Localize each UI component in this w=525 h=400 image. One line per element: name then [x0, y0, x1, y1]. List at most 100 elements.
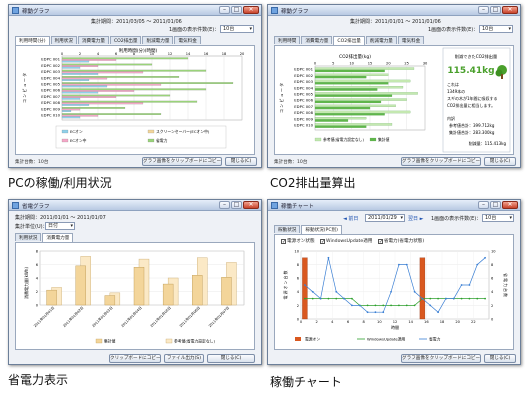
x-tick-label: 2011年01月03日	[91, 305, 114, 328]
check-power-on[interactable]: ✓電源オン状態	[281, 239, 315, 245]
count-select[interactable]: 10台	[479, 25, 513, 33]
y-axis-label: コ ン ピ ュ ー タ	[278, 83, 284, 113]
bar	[61, 102, 144, 105]
close-button[interactable]: 閉じる(C)	[207, 354, 255, 363]
tab-co2[interactable]: CO2排出量	[109, 36, 142, 44]
minimize-button[interactable]: –	[478, 6, 489, 14]
y2-tick-label: 10	[491, 249, 496, 253]
tab-saved-power[interactable]: 削減電力量	[142, 36, 174, 44]
prev-day-link[interactable]: ◄ 前日	[343, 215, 358, 222]
x-tick-label: 2011年01月06日	[178, 305, 201, 328]
bar	[314, 85, 404, 89]
tab-usage-time[interactable]: 利用時間	[274, 36, 301, 44]
close-window-button[interactable]: ✕	[243, 201, 259, 209]
close-button[interactable]: 閉じる(C)	[484, 354, 516, 363]
summary-heading: 削減できたCO2排出量	[455, 53, 497, 60]
close-window-button[interactable]: ✕	[502, 201, 518, 209]
maximize-button[interactable]: □	[490, 6, 501, 14]
close-button[interactable]: 閉じる(C)	[225, 157, 257, 166]
legend-swatch	[61, 129, 69, 134]
tab-status-by-pc[interactable]: 稼動状況(PC別)	[301, 225, 342, 234]
window-title: 省電グラフ	[22, 204, 50, 210]
title-bar[interactable]: 稼動グラフ – □ ✕	[9, 5, 261, 16]
line-power-saving-point	[429, 304, 432, 307]
tab-saved-power[interactable]: 削減電力量	[365, 36, 397, 44]
group-select[interactable]: 日付	[45, 222, 75, 230]
tab-usage-status[interactable]: 利用状況	[15, 233, 42, 241]
line-windows-update-point	[476, 297, 479, 300]
tab-power[interactable]: 消費電力量	[42, 233, 74, 242]
title-bar[interactable]: 稼働チャート – □ ✕	[268, 200, 520, 211]
tab-status[interactable]: 稼動状況	[274, 225, 301, 233]
close-window-button[interactable]: ✕	[502, 6, 518, 14]
bar	[61, 76, 180, 78]
y-tick-label: 8	[297, 263, 300, 267]
title-bar[interactable]: 省電グラフ – □ ✕	[9, 200, 261, 211]
next-day-link[interactable]: 翌日 ►	[408, 215, 423, 222]
y-tick-label: EDPC 006	[294, 98, 313, 103]
legend-label: スクリーンセーバー(ECオン中)	[156, 129, 210, 134]
minimize-button[interactable]: –	[219, 201, 230, 209]
close-window-button[interactable]: ✕	[243, 6, 259, 14]
y-tick-label: 4	[36, 276, 39, 280]
count-label: 1画面の表示件数(E)：	[428, 27, 479, 33]
bar	[61, 113, 162, 115]
detail-heading: 内訳	[447, 115, 455, 121]
co2-graph-window: 稼動グラフ – □ ✕ 集計期間：2011/01/01 ～ 2011/01/06…	[267, 4, 521, 168]
copy-clipboard-button[interactable]: クリップボードにコピー(C)	[109, 354, 161, 363]
y2-tick-label: 4	[491, 290, 494, 294]
app-icon	[12, 202, 19, 209]
x-tick-label: 20	[386, 62, 391, 66]
x-tick-label: 2011年01月02日	[61, 305, 84, 328]
chart-pane: 利用時間(分)(時間) 0 2 4 6 8 10 12 14 16 18 20 EDPC 001 EDP…	[15, 45, 255, 155]
summary-text-2: 1349本の	[447, 88, 465, 94]
copy-graph-button[interactable]: グラフ画像をクリップボードにコピー(C)	[401, 354, 481, 363]
minimize-button[interactable]: –	[219, 6, 230, 14]
bar	[314, 98, 407, 101]
count-select[interactable]: 10台	[220, 25, 254, 33]
x-tick-label: 0	[300, 320, 303, 324]
copy-graph-button[interactable]: グラフ画像をクリップボードにコピー(C)	[401, 157, 481, 166]
copy-graph-button[interactable]: グラフ画像をクリップボードにコピー(C)	[142, 157, 222, 166]
close-button[interactable]: 閉じる(C)	[484, 157, 516, 166]
co2-bar-chart: CO2排出量(kg) 削減できたCO2排出量 115.41kg これは 1349…	[278, 47, 511, 153]
count-select[interactable]: 10台	[482, 214, 514, 222]
check-windows-update[interactable]: ✓WindowsUpdate適用	[320, 239, 372, 245]
bar	[61, 63, 153, 66]
maximize-button[interactable]: □	[490, 201, 501, 209]
tab-cost[interactable]: 電気料金	[174, 36, 201, 44]
maximize-button[interactable]: □	[231, 6, 242, 14]
line-windows-update-point	[390, 304, 392, 307]
bar	[314, 94, 393, 97]
line-power-saving-point	[319, 297, 322, 300]
line-windows-update-point	[366, 304, 369, 307]
line-windows-update-point	[335, 297, 338, 300]
line-power-saving-point	[343, 297, 345, 300]
x-tick-label: 16	[424, 320, 429, 324]
tab-usage-time[interactable]: 利用時間(分)	[15, 36, 50, 45]
bar	[61, 60, 90, 63]
title-bar[interactable]: 稼動グラフ – □ ✕	[268, 5, 520, 16]
bar	[61, 73, 99, 75]
legend-swatch	[147, 129, 155, 134]
line-power-saving-point	[327, 256, 330, 259]
check-power-saving[interactable]: ✓省電力(省電力状態)	[377, 239, 424, 245]
line-power-saving-point	[304, 284, 306, 286]
line-power-saving-point	[421, 297, 424, 300]
tab-co2[interactable]: CO2排出量	[333, 36, 365, 45]
bar-actual	[104, 295, 116, 306]
minimize-button[interactable]: –	[478, 201, 489, 209]
legend-swatch	[369, 137, 377, 142]
line-power-saving-point	[366, 311, 369, 314]
maximize-button[interactable]: □	[231, 201, 242, 209]
tab-power[interactable]: 消費電力量	[77, 36, 109, 44]
legend-swatch	[95, 338, 103, 344]
date-select[interactable]: 2011/01/29	[365, 214, 405, 222]
x-tick-label: 5	[332, 62, 334, 66]
file-export-button[interactable]: ファイル出力(S)	[164, 354, 204, 363]
line-power-saving-point	[351, 304, 353, 307]
tab-cost[interactable]: 電気料金	[397, 36, 425, 44]
tab-usage-status[interactable]: 利用状況	[50, 36, 77, 44]
bar	[61, 90, 135, 92]
tab-power[interactable]: 消費電力量	[301, 36, 333, 44]
